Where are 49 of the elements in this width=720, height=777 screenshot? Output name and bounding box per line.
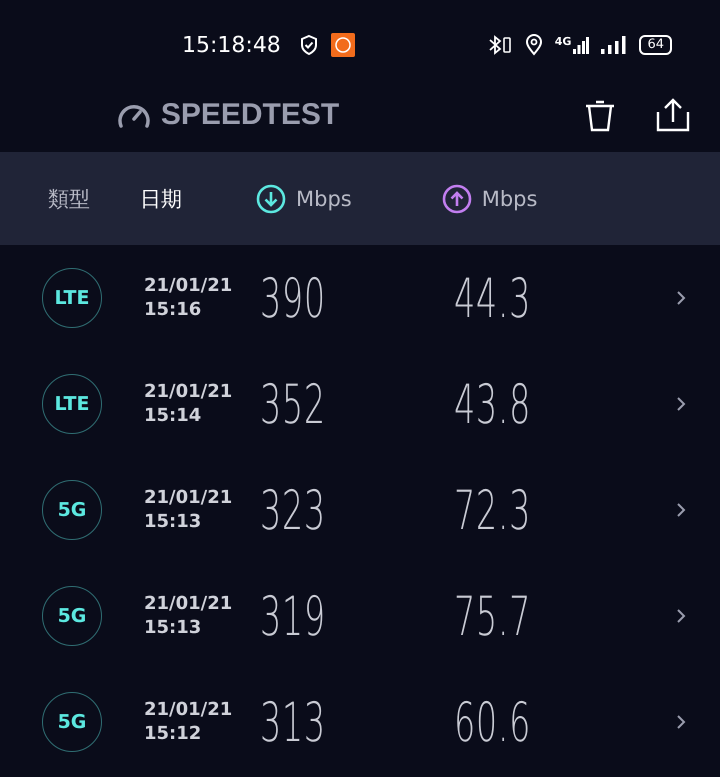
result-time: 15:16 — [144, 298, 202, 322]
result-date: 21/01/21 — [144, 698, 234, 722]
upload-speed: 72.3 — [454, 478, 528, 542]
connection-type: 5G — [42, 480, 102, 540]
chevron-icon[interactable] — [676, 714, 686, 730]
download-icon — [256, 184, 286, 214]
result-time: 15:13 — [144, 510, 202, 534]
result-time: 15:12 — [144, 722, 202, 746]
connection-type: 5G — [42, 586, 102, 646]
download-speed: 313 — [260, 690, 327, 754]
signal-icon — [601, 35, 628, 55]
upload-speed: 75.7 — [454, 584, 528, 648]
upload-speed: 43.8 — [454, 372, 528, 436]
upload-speed: 60.6 — [454, 690, 528, 754]
column-header[interactable]: Mbps — [442, 184, 538, 214]
network-type: 4G — [554, 34, 572, 48]
battery-level: 64 — [639, 35, 672, 55]
connection-type: LTE — [42, 374, 102, 434]
download-speed: 323 — [260, 478, 327, 542]
column-header[interactable]: 類型 — [48, 184, 90, 212]
location-icon — [524, 34, 543, 56]
result-date: 21/01/21 — [144, 274, 234, 298]
column-header[interactable]: 日期 — [140, 184, 182, 212]
share-button[interactable] — [656, 98, 690, 132]
result-date: 21/01/21 — [144, 380, 234, 404]
result-time: 15:13 — [144, 616, 202, 640]
connection-type: LTE — [42, 268, 102, 328]
app-icon — [330, 33, 355, 57]
shield-icon — [298, 34, 319, 56]
signal-icon — [573, 35, 590, 55]
status-time: 15:18:48 — [182, 32, 281, 58]
chevron-icon[interactable] — [676, 290, 686, 306]
result-time: 15:14 — [144, 404, 202, 428]
download-speed: 352 — [260, 372, 327, 436]
chevron-icon[interactable] — [676, 608, 686, 624]
app-title: SPEEDTEST — [160, 98, 340, 132]
upload-speed: 44.3 — [454, 266, 528, 330]
download-speed: 319 — [260, 584, 327, 648]
upload-icon — [442, 184, 472, 214]
chevron-icon[interactable] — [676, 396, 686, 412]
result-date: 21/01/21 — [144, 592, 234, 616]
bluetooth-icon — [486, 35, 513, 55]
chevron-icon[interactable] — [676, 502, 686, 518]
download-speed: 390 — [260, 266, 327, 330]
result-date: 21/01/21 — [144, 486, 234, 510]
connection-type: 5G — [42, 692, 102, 752]
speedometer-icon — [116, 102, 151, 128]
column-header[interactable]: Mbps — [256, 184, 352, 214]
delete-button[interactable] — [584, 98, 616, 132]
